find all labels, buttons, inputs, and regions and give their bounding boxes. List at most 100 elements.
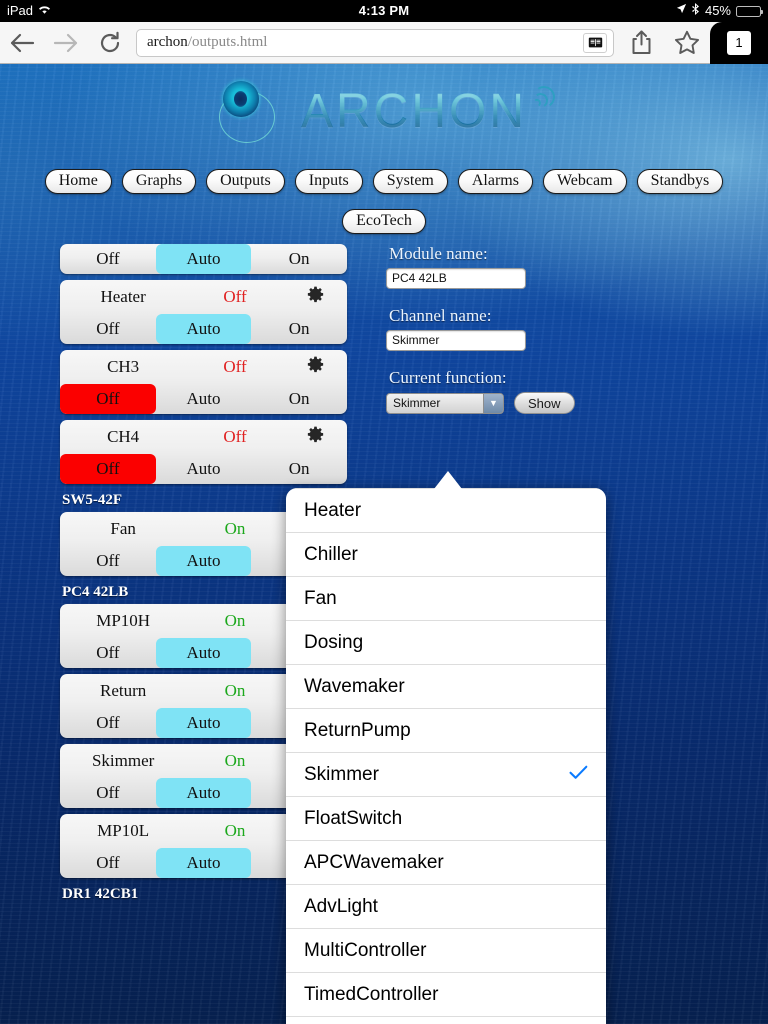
channel-name-label: Channel name: (389, 306, 492, 325)
channel-name-input[interactable]: Skimmer (386, 330, 526, 351)
function-option-item[interactable]: ReturnPump (286, 708, 606, 752)
output-mode-auto-button[interactable]: Auto (155, 778, 252, 808)
output-channel-name: CH4 (107, 427, 140, 446)
output-status-text: Off (223, 357, 247, 376)
function-option-item[interactable]: MLC (286, 1016, 606, 1024)
bluetooth-icon (691, 0, 700, 22)
output-mode-off-button[interactable]: Off (60, 314, 156, 344)
forward-arrow-icon[interactable] (44, 22, 88, 64)
ios-status-bar: iPad 4:13 PM 45% (0, 0, 768, 22)
output-mode-off-button[interactable]: Off (60, 778, 156, 808)
archon-logo-mark-icon (211, 79, 297, 143)
safari-toolbar: archon/outputs.html 1 (0, 21, 768, 64)
output-mode-auto-button[interactable]: Auto (155, 708, 252, 738)
output-mode-off-button[interactable]: Off (60, 244, 156, 274)
battery-icon (736, 5, 763, 17)
nav-link-home[interactable]: Home (44, 169, 112, 194)
output-channel-name: Return (99, 681, 147, 700)
output-mode-auto-button[interactable]: Auto (155, 546, 252, 576)
gear-icon[interactable] (284, 286, 347, 308)
current-function-select[interactable]: Skimmer ▼ (386, 392, 504, 414)
address-bar[interactable]: archon/outputs.html (136, 28, 614, 57)
archon-logo: ARCHON (0, 76, 768, 146)
output-mode-auto-button[interactable]: Auto (155, 848, 252, 878)
primary-nav: Home Graphs Outputs Inputs System Alarms Webca… (0, 169, 768, 194)
output-mode-off-button[interactable]: Off (60, 708, 156, 738)
function-option-item[interactable]: MultiController (286, 928, 606, 972)
output-mode-auto-button[interactable]: Auto (156, 454, 252, 484)
tab-overview-button[interactable]: 1 (710, 21, 768, 64)
chevron-down-icon[interactable]: ▼ (483, 393, 503, 413)
nav-link-alarms[interactable]: Alarms (457, 169, 533, 194)
function-option-label: Dosing (304, 631, 364, 653)
status-bar-time: 4:13 PM (358, 3, 410, 18)
function-option-label: Wavemaker (304, 675, 405, 697)
output-mode-auto-button[interactable]: Auto (155, 314, 252, 344)
function-option-item[interactable]: Chiller (286, 532, 606, 576)
output-mode-on-button[interactable]: On (251, 384, 347, 414)
output-channel-name: MP10L (97, 821, 150, 840)
output-channel-name: Heater (100, 287, 146, 306)
gear-icon[interactable] (284, 356, 347, 378)
nav-link-outputs[interactable]: Outputs (206, 169, 285, 194)
nav-link-standbys[interactable]: Standbys (636, 169, 724, 194)
show-button[interactable]: Show (514, 392, 575, 414)
output-mode-off-button[interactable]: Off (60, 546, 156, 576)
function-option-item[interactable]: Skimmer (286, 752, 606, 796)
output-mode-off-button[interactable]: Off (60, 848, 156, 878)
function-option-item[interactable]: AdvLight (286, 884, 606, 928)
output-mode-on-button[interactable]: On (251, 454, 347, 484)
function-option-item[interactable]: FloatSwitch (286, 796, 606, 840)
output-mode-on-button[interactable]: On (251, 314, 347, 344)
reload-icon[interactable] (88, 22, 132, 64)
back-arrow-icon[interactable] (0, 22, 44, 64)
function-option-item[interactable]: TimedController (286, 972, 606, 1016)
output-status-text: Off (223, 427, 247, 446)
module-name-input[interactable]: PC4 42LB (386, 268, 526, 289)
output-mode-segmented-control: OffAutoOn (60, 244, 347, 274)
output-mode-segmented-control: OffAutoOn (60, 454, 347, 484)
checkmark-icon (569, 764, 588, 786)
function-option-label: FloatSwitch (304, 807, 403, 829)
output-row: Heater Off Off Auto On (60, 280, 347, 344)
nav-link-webcam[interactable]: Webcam (542, 169, 627, 194)
output-mode-auto-button[interactable]: Auto (155, 244, 252, 274)
nav-link-inputs[interactable]: Inputs (294, 169, 363, 194)
output-mode-off-button[interactable]: Off (60, 384, 156, 414)
function-option-label: Fan (304, 587, 337, 609)
url-host: archon (147, 34, 188, 50)
function-option-item[interactable]: Heater (286, 488, 606, 532)
battery-percent-label: 45% (704, 3, 731, 18)
output-mode-on-button[interactable]: On (251, 244, 347, 274)
gear-icon[interactable] (284, 426, 347, 448)
module-name-label: Module name: (389, 244, 488, 263)
function-option-item[interactable]: Dosing (286, 620, 606, 664)
output-row: CH3 Off Off Auto On (60, 350, 347, 414)
function-option-item[interactable]: Wavemaker (286, 664, 606, 708)
output-mode-off-button[interactable]: Off (60, 638, 156, 668)
output-mode-off-button[interactable]: Off (60, 454, 156, 484)
output-status-text: On (224, 519, 246, 538)
nav-link-ecotech[interactable]: EcoTech (342, 209, 426, 234)
function-option-item[interactable]: APCWavemaker (286, 840, 606, 884)
status-bar-right: 45% (676, 0, 763, 22)
nav-link-graphs[interactable]: Graphs (121, 169, 197, 194)
current-function-row: Skimmer ▼ Show (386, 392, 716, 414)
function-options-list: Heater Chiller Fan Dosing Wavemaker ReturnPum… (286, 488, 606, 1024)
output-mode-auto-button[interactable]: Auto (155, 638, 252, 668)
url-path: /outputs.html (187, 34, 268, 50)
output-row-header: CH3 Off (60, 350, 347, 384)
output-channel-name: Fan (110, 519, 136, 538)
output-mode-auto-button[interactable]: Auto (156, 384, 252, 414)
share-icon[interactable] (618, 22, 664, 64)
output-mode-segmented-control: OffAutoOn (60, 384, 347, 414)
reader-view-icon[interactable] (583, 32, 607, 53)
popover-arrow (434, 471, 462, 489)
tab-count-badge: 1 (727, 30, 751, 55)
output-row-header: CH4 Off (60, 420, 347, 454)
output-status-text: Off (223, 287, 247, 306)
output-channel-name: Skimmer (91, 751, 155, 770)
bookmark-star-icon[interactable] (664, 22, 710, 64)
nav-link-system[interactable]: System (372, 169, 448, 194)
function-option-item[interactable]: Fan (286, 576, 606, 620)
